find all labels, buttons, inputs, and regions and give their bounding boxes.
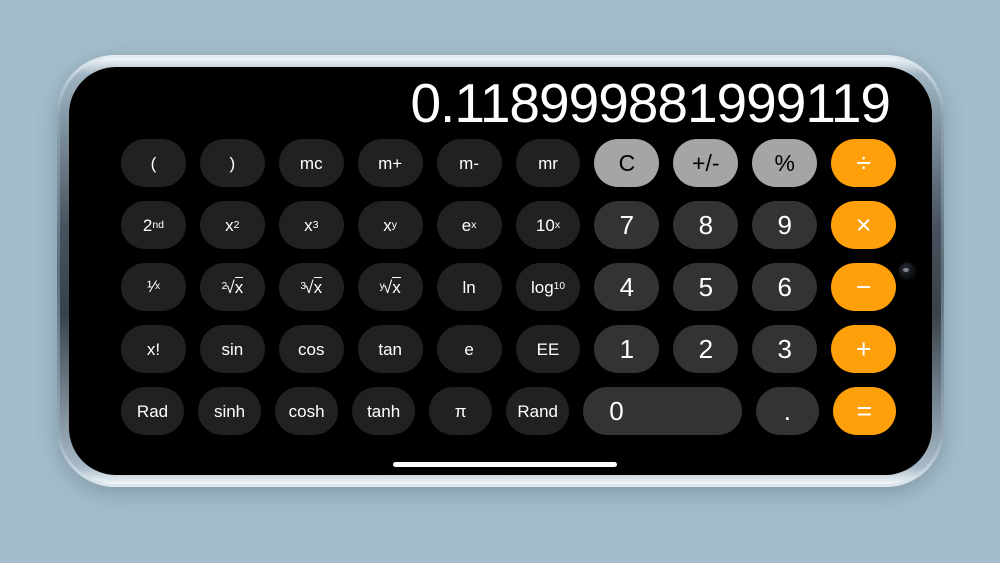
- key-open-paren[interactable]: (: [121, 139, 186, 187]
- key-clear[interactable]: C: [594, 139, 660, 187]
- key-7[interactable]: 7: [594, 201, 660, 249]
- key-cube-root[interactable]: 3 √ x: [278, 263, 344, 311]
- key-4[interactable]: 4: [594, 263, 660, 311]
- key-natural-log[interactable]: ln: [436, 263, 502, 311]
- key-row: 2nd x 2 x 3 x y e x 10 x 7 8 9 ×: [121, 201, 897, 249]
- key-second-function[interactable]: 2nd: [121, 201, 186, 249]
- key-hyperbolic-cosine[interactable]: cosh: [275, 387, 339, 435]
- key-x-squared[interactable]: x2: [199, 201, 265, 249]
- key-divide[interactable]: ÷: [831, 139, 897, 187]
- key-log-base-10[interactable]: log 10: [515, 263, 581, 311]
- key-reciprocal[interactable]: ¹⁄ x: [121, 263, 186, 311]
- key-random[interactable]: Rand: [506, 387, 570, 435]
- key-row: () mc m+ m-mr C +/-% ÷: [121, 139, 897, 187]
- key-5[interactable]: 5: [673, 263, 739, 311]
- key-x-cubed[interactable]: x3: [278, 201, 344, 249]
- key-3[interactable]: 3: [752, 325, 818, 373]
- key-row: Rad sinh cosh tanh π Rand 0. =: [121, 387, 896, 435]
- key-memory-clear[interactable]: mc: [278, 139, 344, 187]
- key-memory-subtract[interactable]: m-: [436, 139, 502, 187]
- key-6[interactable]: 6: [752, 263, 818, 311]
- home-indicator[interactable]: [392, 461, 617, 467]
- key-close-paren[interactable]: ): [199, 139, 265, 187]
- key-sine[interactable]: sin: [199, 325, 265, 373]
- key-8[interactable]: 8: [673, 201, 739, 249]
- key-hyperbolic-tangent[interactable]: tanh: [352, 387, 416, 435]
- front-camera-icon: [899, 263, 915, 279]
- key-9[interactable]: 9: [752, 201, 818, 249]
- key-multiply[interactable]: ×: [831, 201, 897, 249]
- home-indicator-area: [121, 453, 896, 475]
- key-square-root[interactable]: 2 √ x: [199, 263, 265, 311]
- key-tangent[interactable]: tan: [357, 325, 423, 373]
- key-e-power-x[interactable]: ex: [436, 201, 502, 249]
- scene-background: 0.118999881999119 () mc m+ m-mr C +/-% ÷ 2nd x 2 x…: [0, 0, 1000, 563]
- key-memory-add[interactable]: m+: [357, 139, 423, 187]
- key-hyperbolic-sine[interactable]: sinh: [198, 387, 262, 435]
- calculator-keypad: () mc m+ m-mr C +/-% ÷ 2nd x 2 x 3 x y e x 10 x 7 8 9 × ¹⁄ x 2 √ x…: [121, 139, 897, 453]
- key-row: ¹⁄ x 2 √ x 3 √ x y √ x ln log 10 4 5 6−: [121, 263, 897, 311]
- key-row: x! sin cos tan e EE 1 2 3 +: [121, 325, 897, 373]
- key-subtract[interactable]: −: [831, 263, 897, 311]
- phone-device: 0.118999881999119 () mc m+ m-mr C +/-% ÷ 2nd x 2 x…: [57, 55, 944, 487]
- key-pi[interactable]: π: [429, 387, 493, 435]
- key-cosine[interactable]: cos: [278, 325, 344, 373]
- key-euler-number[interactable]: e: [436, 325, 502, 373]
- key-radians-toggle[interactable]: Rad: [121, 387, 185, 435]
- key-ten-power-x[interactable]: 10 x: [515, 201, 581, 249]
- key-exponent-entry[interactable]: EE: [515, 325, 581, 373]
- key-nth-root[interactable]: y √ x: [357, 263, 423, 311]
- key-memory-recall[interactable]: mr: [515, 139, 581, 187]
- key-equals[interactable]: =: [832, 387, 896, 435]
- key-0[interactable]: 0: [583, 387, 742, 435]
- key-add[interactable]: +: [831, 325, 897, 373]
- calculator-app: 0.118999881999119 () mc m+ m-mr C +/-% ÷ 2nd x 2 x…: [69, 67, 932, 475]
- key-x-power-y[interactable]: xy: [357, 201, 423, 249]
- key-percent[interactable]: %: [752, 139, 818, 187]
- key-1[interactable]: 1: [594, 325, 660, 373]
- key-2[interactable]: 2: [673, 325, 739, 373]
- camera-lens-glint: [903, 268, 909, 272]
- key-sign-toggle[interactable]: +/-: [673, 139, 739, 187]
- phone-screen: 0.118999881999119 () mc m+ m-mr C +/-% ÷ 2nd x 2 x…: [69, 67, 932, 475]
- calculator-display: 0.118999881999119: [121, 67, 896, 139]
- display-value: 0.118999881999119: [410, 71, 891, 134]
- key-factorial[interactable]: x!: [121, 325, 186, 373]
- key-decimal-point[interactable]: .: [755, 387, 819, 435]
